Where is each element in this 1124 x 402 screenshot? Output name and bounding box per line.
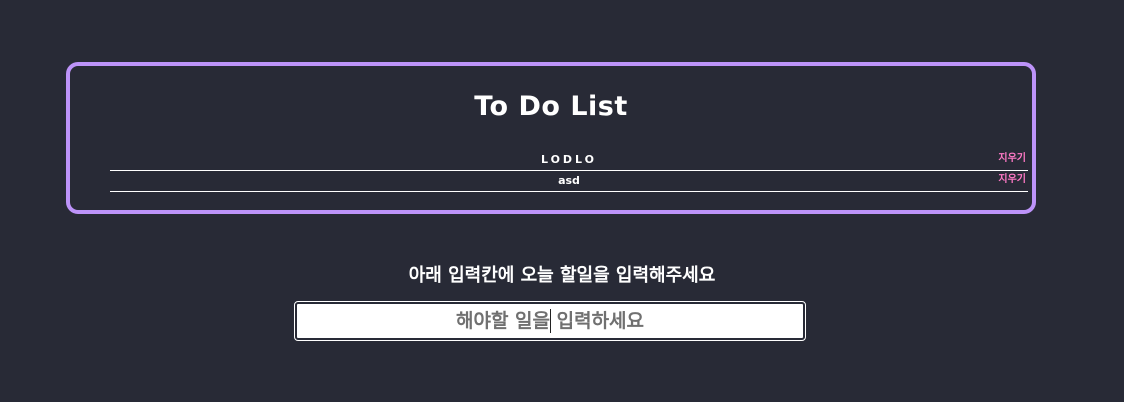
todo-items: LODLO 지우기 asd 지우기 — [110, 150, 1028, 192]
delete-button[interactable]: 지우기 — [998, 152, 1026, 166]
todo-title: To Do List — [474, 91, 628, 122]
input-prompt: 아래 입력칸에 오늘 할일을 입력해주세요 — [408, 265, 716, 286]
todo-list-panel: To Do List LODLO 지우기 asd 지우기 — [66, 62, 1036, 214]
todo-item-text: asd — [558, 174, 580, 187]
todo-item-text: LODLO — [540, 153, 598, 166]
todo-item: LODLO 지우기 — [110, 150, 1028, 171]
delete-button[interactable]: 지우기 — [998, 173, 1026, 187]
text-caret — [550, 309, 551, 333]
todo-item: asd 지우기 — [110, 171, 1028, 192]
